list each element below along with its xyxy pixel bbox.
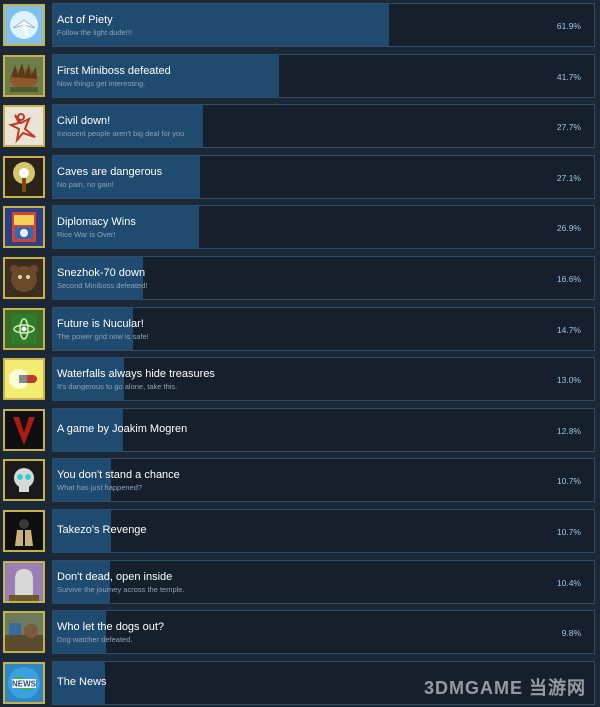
achievement-row: Don't dead, open inside Survive the journ…: [0, 560, 600, 606]
achievement-title: First Miniboss defeated: [57, 65, 171, 77]
progress-bar: Caves are dangerous No pain, no gain! 27.1…: [52, 155, 595, 199]
progress-bar: Don't dead, open inside Survive the journ…: [52, 560, 595, 604]
achievement-title: Diplomacy Wins: [57, 216, 136, 228]
progress-bar: Act of Piety Follow the light dude!!! 61.9…: [52, 3, 595, 47]
unlock-percent: 10.7%: [557, 476, 581, 486]
achievement-title: The News: [57, 676, 107, 688]
achievement-title: Civil down!: [57, 115, 110, 127]
progress-bar: Diplomacy Wins Rice War is Over! 26.9%: [52, 205, 595, 249]
unlock-percent: 41.7%: [557, 72, 581, 82]
achievement-row: Caves are dangerous No pain, no gain! 27.1…: [0, 155, 600, 201]
achievement-title: Future is Nucular!: [57, 318, 144, 330]
achievement-row: Diplomacy Wins Rice War is Over! 26.9%: [0, 205, 600, 251]
hedgehog-icon: [3, 55, 45, 97]
achievement-title: Act of Piety: [57, 14, 113, 26]
achievement-row: Waterfalls always hide treasures It's dan…: [0, 357, 600, 403]
progress-bar: Waterfalls always hide treasures It's dan…: [52, 357, 595, 401]
chalk-outline-icon: [3, 105, 45, 147]
unlock-percent: 14.7%: [557, 325, 581, 335]
progress-bar: Civil down! Innocent people aren't big de…: [52, 104, 595, 148]
achievement-title: Snezhok-70 down: [57, 267, 145, 279]
achievement-title: Waterfalls always hide treasures: [57, 368, 215, 380]
achievement-row: First Miniboss defeated Now things get in…: [0, 54, 600, 100]
ninja-icon: [3, 510, 45, 552]
unlock-percent: 13.0%: [557, 375, 581, 385]
unlock-percent: 27.1%: [557, 173, 581, 183]
news-globe-icon: NEWS: [3, 662, 45, 704]
achievement-description: Survive the journey across the temple.: [57, 585, 185, 594]
achievement-row: A game by Joakim Mogren 12.8%: [0, 408, 600, 454]
achievement-row: Who let the dogs out? Dog watcher defeate…: [0, 610, 600, 656]
bear-icon: [3, 257, 45, 299]
unlock-percent: 61.9%: [557, 21, 581, 31]
capsule-icon: [3, 358, 45, 400]
skull-icon: [3, 459, 45, 501]
achievement-row: Takezo's Revenge 10.7%: [0, 509, 600, 555]
achievement-title: Who let the dogs out?: [57, 621, 164, 633]
achievement-description: It's dangerous to go alone, take this.: [57, 382, 177, 391]
achievement-description: What has just happened?: [57, 483, 142, 492]
achievement-description: Innocent people aren't big deal for you: [57, 129, 184, 138]
progress-bar: You don't stand a chance What has just ha…: [52, 458, 595, 502]
achievement-description: The power grid now is safe!: [57, 332, 149, 341]
achievement-row: Snezhok-70 down Second Miniboss defeated!…: [0, 256, 600, 302]
progress-bar: Takezo's Revenge 10.7%: [52, 509, 595, 553]
site-watermark: 3DMGAME 当游网: [424, 674, 586, 700]
achievement-description: Second Miniboss defeated!: [57, 281, 147, 290]
torch-icon: [3, 156, 45, 198]
unlock-percent: 12.8%: [557, 426, 581, 436]
achievement-row: Act of Piety Follow the light dude!!! 61.9…: [0, 3, 600, 49]
unlock-percent: 26.9%: [557, 223, 581, 233]
achievement-title: Caves are dangerous: [57, 166, 162, 178]
atom-icon: [3, 308, 45, 350]
progress-bar: Future is Nucular! The power grid now is …: [52, 307, 595, 351]
achievement-description: Dog watcher defeated.: [57, 635, 132, 644]
progress-bar: A game by Joakim Mogren 12.8%: [52, 408, 595, 452]
achievement-row: You don't stand a chance What has just ha…: [0, 458, 600, 504]
achievement-description: Now things get interesting.: [57, 79, 145, 88]
achievement-description: Rice War is Over!: [57, 230, 115, 239]
unlock-percent: 27.7%: [557, 122, 581, 132]
achievement-row: Civil down! Innocent people aren't big de…: [0, 104, 600, 150]
dove-icon: [3, 4, 45, 46]
dogs-icon: [3, 611, 45, 653]
tombstone-icon: [3, 561, 45, 603]
progress-bar: Snezhok-70 down Second Miniboss defeated!…: [52, 256, 595, 300]
achievement-description: Follow the light dude!!!: [57, 28, 132, 37]
book-icon: [3, 206, 45, 248]
achievement-title: You don't stand a chance: [57, 469, 180, 481]
unlock-percent: 16.6%: [557, 274, 581, 284]
unlock-percent: 9.8%: [562, 628, 581, 638]
unlock-percent: 10.4%: [557, 578, 581, 588]
achievement-description: No pain, no gain!: [57, 180, 114, 189]
svg-text:NEWS: NEWS: [12, 679, 37, 688]
achievement-title: A game by Joakim Mogren: [57, 423, 187, 435]
progress-bar: First Miniboss defeated Now things get in…: [52, 54, 595, 98]
achievement-title: Takezo's Revenge: [57, 524, 147, 536]
progress-bar: Who let the dogs out? Dog watcher defeate…: [52, 610, 595, 654]
unlock-percent: 10.7%: [557, 527, 581, 537]
achievement-list: Act of Piety Follow the light dude!!! 61.9…: [0, 0, 600, 706]
achievement-title: Don't dead, open inside: [57, 571, 172, 583]
v-letter-icon: [3, 409, 45, 451]
achievement-row: Future is Nucular! The power grid now is …: [0, 307, 600, 353]
